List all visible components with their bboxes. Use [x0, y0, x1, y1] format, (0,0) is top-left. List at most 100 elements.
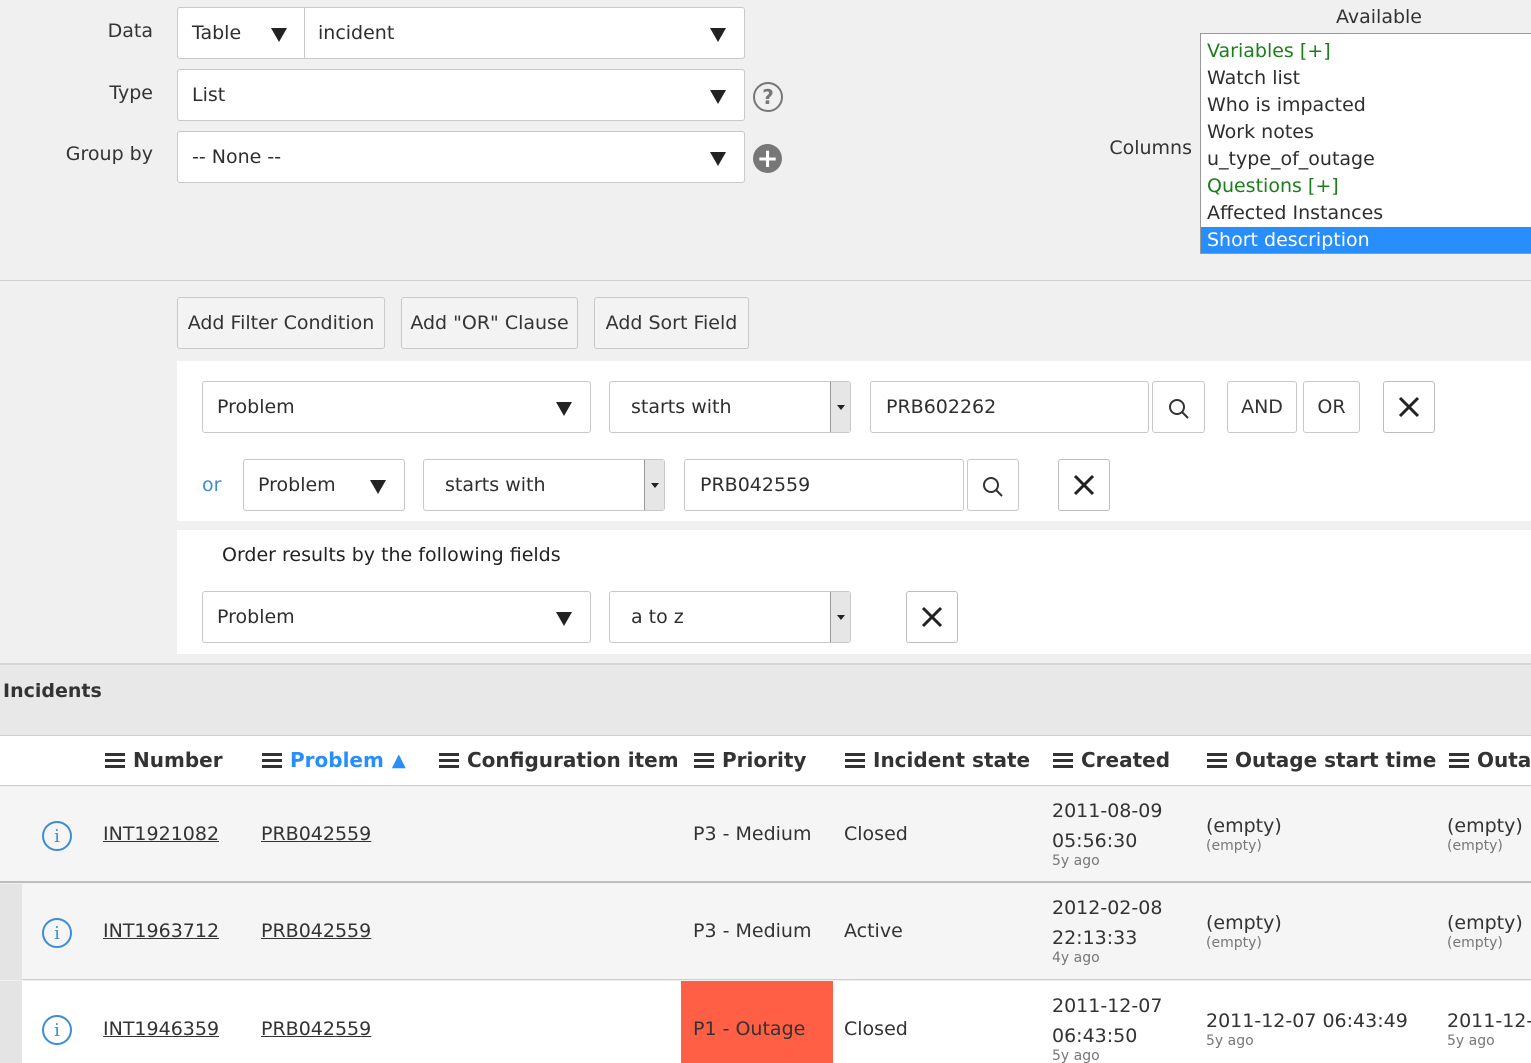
outage-start-cell: (empty) [1206, 815, 1282, 837]
info-icon[interactable]: i [42, 1015, 72, 1045]
state-cell: Closed [844, 823, 908, 845]
problem-link[interactable]: PRB042559 [261, 823, 371, 845]
search-icon [983, 477, 1003, 497]
problem-link[interactable]: PRB042559 [261, 1018, 371, 1040]
condition-field-select[interactable]: Problem [202, 381, 591, 433]
or-button[interactable]: OR [1303, 381, 1360, 433]
column-header-label: Outag [1477, 748, 1531, 772]
available-label: Available [1336, 6, 1423, 28]
column-menu-icon[interactable] [1449, 752, 1469, 768]
outage-start-cell: 2011-12-07 06:43:49 [1206, 1010, 1408, 1032]
created-ago: 5y ago [1052, 853, 1100, 869]
chevron-down-icon [271, 28, 287, 42]
available-column-option[interactable]: Work notes [1201, 119, 1531, 146]
available-column-option[interactable]: Variables [+] [1201, 38, 1531, 65]
close-icon [921, 606, 943, 628]
help-icon[interactable]: ? [753, 82, 783, 112]
column-header-configuration-item[interactable]: Configuration item [439, 748, 679, 772]
chevron-down-icon [370, 480, 386, 494]
condition-operator-select[interactable]: starts with [609, 381, 851, 433]
column-menu-icon[interactable] [262, 752, 282, 768]
add-filter-condition-button[interactable]: Add Filter Condition [177, 297, 385, 349]
or-condition-value-input[interactable]: PRB042559 [684, 459, 964, 511]
close-icon [1398, 396, 1420, 418]
available-column-option[interactable]: Affected Instances [1201, 200, 1531, 227]
column-menu-icon[interactable] [439, 752, 459, 768]
problem-link[interactable]: PRB042559 [261, 920, 371, 942]
available-column-option[interactable]: Watch list [1201, 65, 1531, 92]
column-header-problem[interactable]: Problem ▲ [262, 748, 406, 772]
outage-end-sub: 5y ago [1447, 1033, 1495, 1049]
column-header-outage-end-time[interactable]: Outag [1449, 748, 1531, 772]
column-header-label: Outage start time [1235, 748, 1437, 772]
outage-start-sub: (empty) [1206, 838, 1262, 854]
column-header-incident-state[interactable]: Incident state [845, 748, 1030, 772]
created-date: 2011-12-07 [1052, 995, 1163, 1017]
delete-or-condition-button[interactable] [1058, 459, 1110, 511]
groupby-select[interactable]: -- None -- [177, 131, 745, 183]
type-select[interactable]: List [177, 69, 745, 121]
sort-ascending-icon: ▲ [391, 749, 406, 771]
available-column-option[interactable]: Who is impacted [1201, 92, 1531, 119]
columns-label: Columns [1109, 137, 1192, 159]
table-row[interactable]: i INT1921082 PRB042559 P3 - Medium Close… [0, 787, 1531, 883]
spinner-icon [830, 382, 850, 432]
add-or-clause-button[interactable]: Add "OR" Clause [401, 297, 578, 349]
spinner-icon [644, 460, 664, 510]
table-row[interactable]: i INT1963712 PRB042559 P3 - Medium Activ… [0, 884, 1531, 980]
incident-number-link[interactable]: INT1921082 [103, 823, 219, 845]
column-menu-icon[interactable] [1207, 752, 1227, 768]
sort-direction-select[interactable]: a to z [609, 591, 851, 643]
reference-lookup-button[interactable] [1152, 381, 1205, 433]
column-menu-icon[interactable] [105, 752, 125, 768]
outage-start-sub: 5y ago [1206, 1033, 1254, 1049]
sort-field-select[interactable]: Problem [202, 591, 591, 643]
and-button[interactable]: AND [1227, 381, 1297, 433]
type-value: List [192, 84, 226, 106]
row-gutter [0, 884, 22, 980]
chevron-down-icon [710, 28, 726, 42]
delete-sort-button[interactable] [906, 591, 958, 643]
column-header-label: Number [133, 748, 223, 772]
priority-cell: P3 - Medium [693, 920, 812, 942]
available-column-option[interactable]: Questions [+] [1201, 173, 1531, 200]
delete-condition-button[interactable] [1383, 381, 1435, 433]
created-ago: 5y ago [1052, 1048, 1100, 1063]
created-date: 2012-02-08 [1052, 897, 1163, 919]
available-columns-list[interactable]: Variables [+] Watch list Who is impacted Wo… [1200, 33, 1531, 254]
sort-field-value: Problem [217, 606, 295, 628]
chevron-down-icon [710, 152, 726, 166]
priority-cell: P3 - Medium [693, 823, 812, 845]
outage-end-cell: 2011-12-0 [1447, 1010, 1531, 1032]
search-icon [1169, 399, 1189, 419]
outage-end-sub: (empty) [1447, 935, 1503, 951]
outage-end-cell: (empty) [1447, 912, 1523, 934]
add-sort-field-button[interactable]: Add Sort Field [594, 297, 749, 349]
or-condition-operator-select[interactable]: starts with [423, 459, 665, 511]
column-header-created[interactable]: Created [1053, 748, 1170, 772]
state-cell: Closed [844, 1018, 908, 1040]
column-header-priority[interactable]: Priority [694, 748, 806, 772]
data-table-select[interactable]: Table [177, 7, 305, 59]
state-cell: Active [844, 920, 903, 942]
column-header-outage-start-time[interactable]: Outage start time [1207, 748, 1436, 772]
table-name-select[interactable]: incident [304, 7, 745, 59]
info-icon[interactable]: i [42, 918, 72, 948]
list-title-bar [0, 665, 1531, 735]
or-condition-field-select[interactable]: Problem [243, 459, 405, 511]
or-reference-lookup-button[interactable] [967, 459, 1019, 511]
incident-number-link[interactable]: INT1946359 [103, 1018, 219, 1040]
outage-end-sub: (empty) [1447, 838, 1503, 854]
column-menu-icon[interactable] [694, 752, 714, 768]
table-row[interactable]: i INT1946359 PRB042559 P1 - Outage Close… [0, 981, 1531, 1063]
condition-value-input[interactable]: PRB602262 [870, 381, 1149, 433]
available-column-option[interactable]: Short description [1201, 227, 1531, 253]
available-column-option[interactable]: u_type_of_outage [1201, 146, 1531, 173]
info-icon[interactable]: i [42, 821, 72, 851]
type-label: Type [109, 82, 153, 104]
column-header-number[interactable]: Number [105, 748, 223, 772]
column-menu-icon[interactable] [845, 752, 865, 768]
add-icon[interactable]: + [753, 144, 782, 173]
column-menu-icon[interactable] [1053, 752, 1073, 768]
incident-number-link[interactable]: INT1963712 [103, 920, 219, 942]
